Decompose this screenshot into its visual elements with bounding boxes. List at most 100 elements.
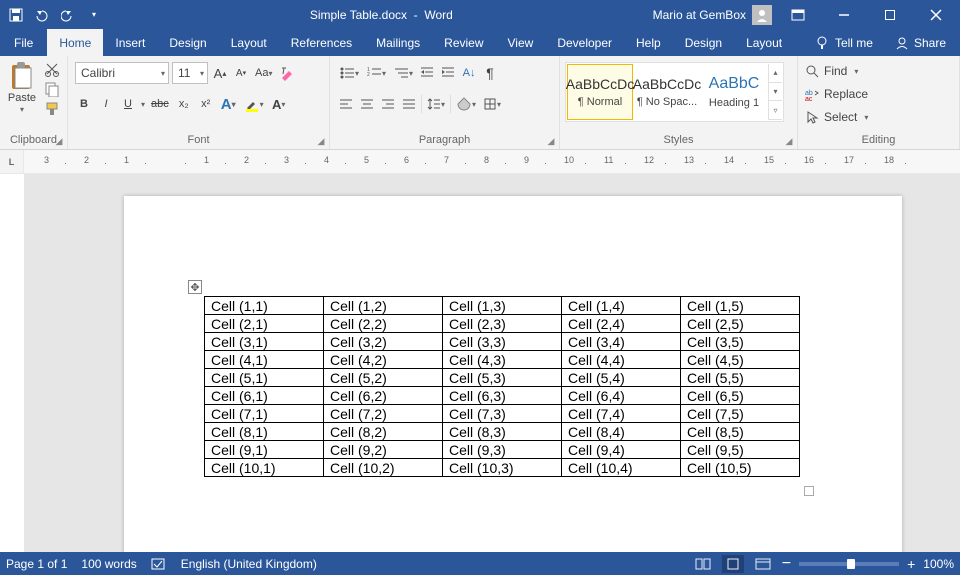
save-icon[interactable] bbox=[4, 3, 28, 27]
table-cell[interactable]: Cell (1,4) bbox=[562, 297, 681, 315]
table-cell[interactable]: Cell (4,3) bbox=[443, 351, 562, 369]
horizontal-ruler[interactable]: 3·2·1··1·2·3·4·5·6·7·8·9·10·11·12·13·14·… bbox=[24, 150, 960, 173]
table-cell[interactable]: Cell (8,1) bbox=[205, 423, 324, 441]
sort-icon[interactable]: A↓ bbox=[460, 62, 478, 84]
document-table[interactable]: Cell (1,1)Cell (1,2)Cell (1,3)Cell (1,4)… bbox=[204, 296, 800, 477]
cut-icon[interactable] bbox=[44, 61, 60, 77]
table-cell[interactable]: Cell (8,5) bbox=[681, 423, 800, 441]
font-size-combo[interactable]: 11▾ bbox=[172, 62, 208, 84]
tab-layout[interactable]: Layout bbox=[219, 29, 279, 56]
gallery-scroll[interactable]: ▴▾▿ bbox=[768, 64, 782, 120]
status-page[interactable]: Page 1 of 1 bbox=[6, 557, 67, 571]
zoom-level[interactable]: 100% bbox=[923, 557, 954, 571]
view-print-icon[interactable] bbox=[722, 555, 744, 573]
table-cell[interactable]: Cell (1,1) bbox=[205, 297, 324, 315]
table-cell[interactable]: Cell (2,1) bbox=[205, 315, 324, 333]
table-cell[interactable]: Cell (8,3) bbox=[443, 423, 562, 441]
table-cell[interactable]: Cell (4,2) bbox=[324, 351, 443, 369]
style-heading-1[interactable]: AaBbCHeading 1 bbox=[701, 64, 767, 120]
increase-indent-icon[interactable] bbox=[439, 62, 457, 84]
multilevel-icon[interactable]: ▾ bbox=[391, 62, 415, 84]
table-cell[interactable]: Cell (10,1) bbox=[205, 459, 324, 477]
zoom-slider[interactable] bbox=[799, 562, 899, 566]
paste-button[interactable]: Paste ▾ bbox=[3, 59, 41, 114]
find-button[interactable]: Find▾ bbox=[805, 61, 868, 81]
line-spacing-icon[interactable]: ▾ bbox=[425, 93, 447, 115]
text-effects-icon[interactable]: A▾ bbox=[219, 93, 238, 115]
table-cell[interactable]: Cell (6,3) bbox=[443, 387, 562, 405]
tab-mailings[interactable]: Mailings bbox=[364, 29, 432, 56]
table-cell[interactable]: Cell (7,5) bbox=[681, 405, 800, 423]
minimize-button[interactable] bbox=[824, 0, 864, 29]
align-left-icon[interactable] bbox=[337, 93, 355, 115]
highlight-icon[interactable]: ▾ bbox=[242, 93, 266, 115]
tab-insert[interactable]: Insert bbox=[103, 29, 157, 56]
avatar[interactable] bbox=[752, 5, 772, 25]
shading-icon[interactable]: ▾ bbox=[454, 93, 478, 115]
share-button[interactable]: Share bbox=[885, 36, 956, 50]
table-cell[interactable]: Cell (9,2) bbox=[324, 441, 443, 459]
superscript-button[interactable]: x² bbox=[197, 93, 215, 115]
table-cell[interactable]: Cell (6,1) bbox=[205, 387, 324, 405]
table-cell[interactable]: Cell (9,5) bbox=[681, 441, 800, 459]
table-cell[interactable]: Cell (3,1) bbox=[205, 333, 324, 351]
table-cell[interactable]: Cell (2,5) bbox=[681, 315, 800, 333]
table-cell[interactable]: Cell (7,1) bbox=[205, 405, 324, 423]
format-painter-icon[interactable] bbox=[44, 101, 60, 117]
subscript-button[interactable]: x₂ bbox=[175, 93, 193, 115]
table-move-handle[interactable]: ✥ bbox=[188, 280, 202, 294]
status-words[interactable]: 100 words bbox=[81, 557, 136, 571]
style-normal[interactable]: AaBbCcDc¶ Normal bbox=[567, 64, 633, 120]
grow-font-icon[interactable]: A▴ bbox=[211, 62, 229, 84]
table-cell[interactable]: Cell (5,2) bbox=[324, 369, 443, 387]
tab-design[interactable]: Design bbox=[157, 29, 218, 56]
tell-me[interactable]: Tell me bbox=[805, 36, 883, 50]
underline-button[interactable]: U bbox=[119, 93, 137, 115]
current-user[interactable]: Mario at GemBox bbox=[653, 8, 746, 22]
table-cell[interactable]: Cell (10,3) bbox=[443, 459, 562, 477]
tab-help[interactable]: Help bbox=[624, 29, 673, 56]
document-area[interactable]: ✥ Cell (1,1)Cell (1,2)Cell (1,3)Cell (1,… bbox=[24, 174, 960, 552]
tab-table-layout[interactable]: Layout bbox=[734, 29, 794, 56]
zoom-out-button[interactable]: − bbox=[782, 557, 791, 571]
table-cell[interactable]: Cell (1,2) bbox=[324, 297, 443, 315]
table-cell[interactable]: Cell (9,3) bbox=[443, 441, 562, 459]
tab-review[interactable]: Review bbox=[432, 29, 495, 56]
table-resize-handle[interactable] bbox=[804, 486, 814, 496]
show-marks-icon[interactable]: ¶ bbox=[481, 62, 499, 84]
table-cell[interactable]: Cell (6,5) bbox=[681, 387, 800, 405]
zoom-in-button[interactable]: + bbox=[907, 557, 915, 571]
maximize-button[interactable] bbox=[870, 0, 910, 29]
view-web-icon[interactable] bbox=[752, 555, 774, 573]
redo-icon[interactable] bbox=[56, 3, 80, 27]
justify-icon[interactable] bbox=[400, 93, 418, 115]
table-cell[interactable]: Cell (2,3) bbox=[443, 315, 562, 333]
table-cell[interactable]: Cell (5,4) bbox=[562, 369, 681, 387]
strike-button[interactable]: abc bbox=[149, 93, 171, 115]
table-cell[interactable]: Cell (6,2) bbox=[324, 387, 443, 405]
align-right-icon[interactable] bbox=[379, 93, 397, 115]
table-cell[interactable]: Cell (2,2) bbox=[324, 315, 443, 333]
table-cell[interactable]: Cell (9,1) bbox=[205, 441, 324, 459]
numbering-icon[interactable]: 12▾ bbox=[364, 62, 388, 84]
status-spellcheck-icon[interactable] bbox=[151, 557, 167, 571]
table-cell[interactable]: Cell (3,3) bbox=[443, 333, 562, 351]
table-cell[interactable]: Cell (1,5) bbox=[681, 297, 800, 315]
table-cell[interactable]: Cell (10,2) bbox=[324, 459, 443, 477]
styles-dialog-launcher[interactable]: ◢ bbox=[783, 135, 795, 147]
table-cell[interactable]: Cell (1,3) bbox=[443, 297, 562, 315]
font-dialog-launcher[interactable]: ◢ bbox=[315, 135, 327, 147]
bullets-icon[interactable]: ▾ bbox=[337, 62, 361, 84]
table-cell[interactable]: Cell (3,4) bbox=[562, 333, 681, 351]
italic-button[interactable]: I bbox=[97, 93, 115, 115]
status-language[interactable]: English (United Kingdom) bbox=[181, 557, 317, 571]
tab-table-design[interactable]: Design bbox=[673, 29, 734, 56]
table-cell[interactable]: Cell (8,4) bbox=[562, 423, 681, 441]
table-cell[interactable]: Cell (6,4) bbox=[562, 387, 681, 405]
table-cell[interactable]: Cell (3,5) bbox=[681, 333, 800, 351]
document-page[interactable]: ✥ Cell (1,1)Cell (1,2)Cell (1,3)Cell (1,… bbox=[124, 196, 902, 552]
undo-icon[interactable] bbox=[30, 3, 54, 27]
table-cell[interactable]: Cell (7,2) bbox=[324, 405, 443, 423]
table-cell[interactable]: Cell (10,4) bbox=[562, 459, 681, 477]
table-cell[interactable]: Cell (9,4) bbox=[562, 441, 681, 459]
